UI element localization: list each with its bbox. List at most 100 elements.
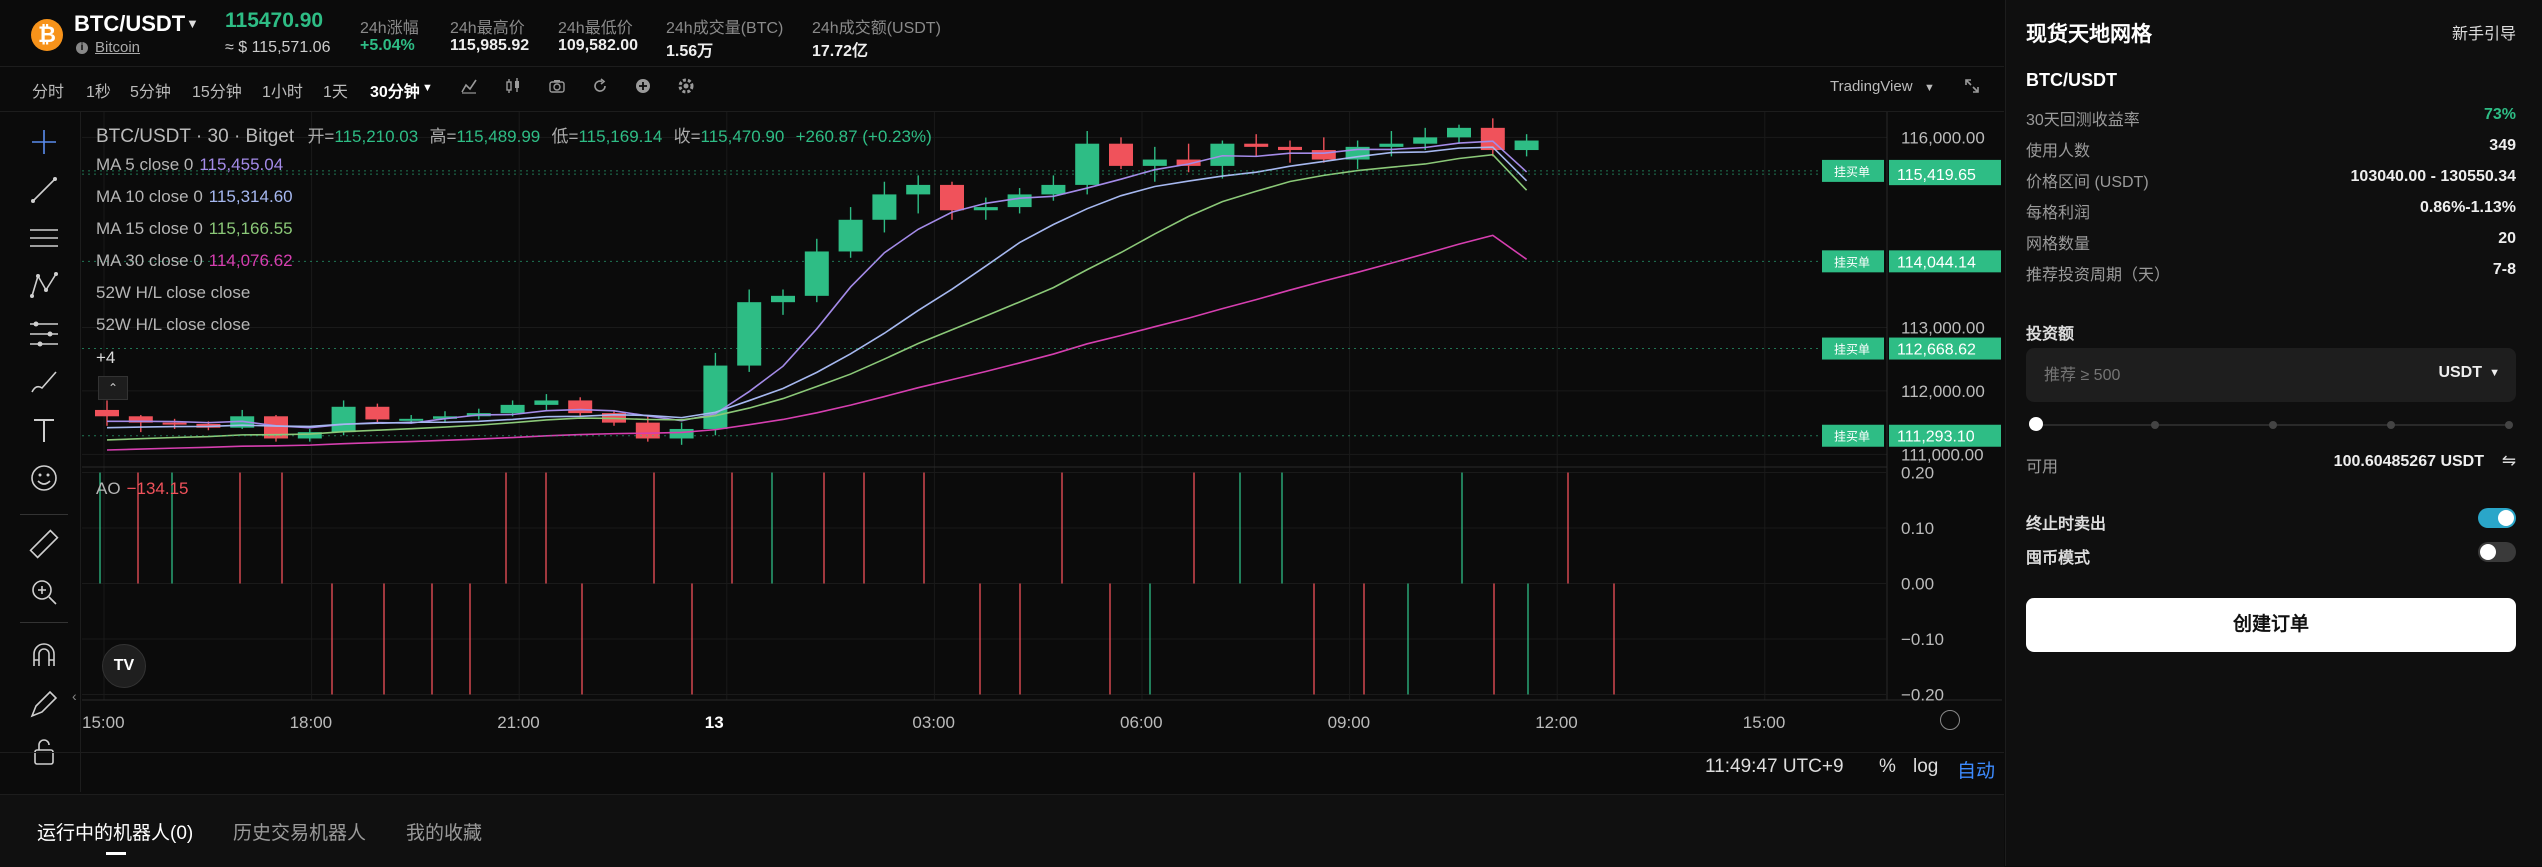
ao-legend[interactable]: AO −134.15 <box>96 479 189 499</box>
interval-tab[interactable]: 1天 <box>323 78 348 102</box>
candle-body <box>1514 140 1539 151</box>
investment-input[interactable] <box>2042 362 2366 390</box>
interval-tab[interactable]: 1小时 <box>262 78 303 102</box>
ma5-legend[interactable]: MA 5 close 0 115,455.04 <box>96 155 283 175</box>
candle-body <box>534 400 559 405</box>
more-indicators[interactable]: +4 <box>96 348 115 368</box>
bitcoin-logo-icon: ₿ <box>31 19 63 51</box>
ohlc-low-key: 低= <box>551 127 579 146</box>
auto-scale-toggle[interactable]: 自动 <box>1957 756 1995 783</box>
tab-history-bots[interactable]: 历史交易机器人 <box>233 818 366 845</box>
stat-label: 24h涨幅 <box>360 20 419 37</box>
x-tick-label: 06:00 <box>1120 713 1163 732</box>
candles-icon[interactable] <box>504 77 522 95</box>
gear-icon[interactable] <box>677 77 695 95</box>
slider-step-dot[interactable] <box>2387 421 2395 429</box>
interval-tab[interactable]: 15分钟 <box>192 78 242 102</box>
candle-body <box>804 251 829 296</box>
hl52-legend[interactable]: 52W H/L close close <box>96 283 250 303</box>
transfer-icon[interactable]: ⇋ <box>2502 451 2516 471</box>
ma15-legend[interactable]: MA 15 close 0 115,166.55 <box>96 219 293 239</box>
tradingview-logo-icon[interactable]: TV <box>102 644 146 688</box>
stat-label: 24h成交量(BTC) <box>666 20 784 37</box>
coin-hoard-toggle[interactable] <box>2478 542 2516 562</box>
emoji-icon[interactable] <box>26 460 62 496</box>
interval-tab-active[interactable]: 30分钟 <box>370 78 420 102</box>
indicator-value: 115,314.60 <box>208 187 293 206</box>
coin-name-link[interactable]: Bitcoin <box>95 39 140 56</box>
x-tick-label: 13 <box>705 713 724 732</box>
fib-icon[interactable] <box>26 316 62 352</box>
investment-field[interactable]: USDT ▼ <box>2026 348 2516 402</box>
zoom-in-icon[interactable] <box>26 574 62 610</box>
pencil-lock-icon[interactable] <box>26 686 62 722</box>
info-icon: i <box>76 42 88 54</box>
interval-tab[interactable]: 1秒 <box>86 78 111 102</box>
x-tick-label: 09:00 <box>1328 713 1371 732</box>
row-value: 20 <box>2498 230 2516 247</box>
pattern-icon[interactable] <box>26 268 62 304</box>
row-label: 网格数量 <box>2026 236 2091 253</box>
candle-body <box>1413 137 1438 144</box>
chevron-down-icon[interactable]: ▼ <box>1924 82 1935 94</box>
sell-on-stop-toggle[interactable] <box>2478 508 2516 528</box>
row-value: 73% <box>2483 106 2516 123</box>
currency-selector[interactable]: USDT <box>2438 364 2482 382</box>
row-label: 使用人数 <box>2026 143 2091 160</box>
chevron-down-icon[interactable]: ▼ <box>422 82 433 94</box>
magnet-icon[interactable] <box>26 638 62 674</box>
ruler-icon[interactable] <box>26 526 62 562</box>
camera-icon[interactable] <box>548 77 566 95</box>
amount-slider-handle[interactable] <box>2029 417 2043 431</box>
indicator-icon[interactable] <box>460 77 478 95</box>
hl52-legend[interactable]: 52W H/L close close <box>96 315 250 335</box>
x-tick-label: 12:00 <box>1535 713 1578 732</box>
text-tool-icon[interactable] <box>26 412 62 448</box>
slider-step-dot[interactable] <box>2505 421 2513 429</box>
guide-link[interactable]: 新手引导 <box>2452 20 2516 44</box>
x-tick-label: 15:00 <box>1743 713 1786 732</box>
ao-label: AO <box>96 479 121 498</box>
ohlc-change: +260.87 (+0.23%) <box>795 127 932 146</box>
price-axis-tag-label: 111,293.10 <box>1897 429 1975 446</box>
ma10-legend[interactable]: MA 10 close 0 115,314.60 <box>96 187 293 207</box>
x-tick-label: 21:00 <box>497 713 540 732</box>
ma30-legend[interactable]: MA 30 close 0 114,076.62 <box>96 251 293 271</box>
order-tag-label: 挂买单 <box>1834 343 1870 357</box>
chevron-down-icon[interactable]: ▼ <box>186 16 199 31</box>
slider-step-dot[interactable] <box>2151 421 2159 429</box>
slider-step-dot[interactable] <box>2269 421 2277 429</box>
settings-icon[interactable] <box>1940 710 1960 730</box>
create-order-button[interactable]: 创建订单 <box>2026 598 2516 652</box>
price-chart[interactable]: 15:00 18:00 21:00 13 03:00 06:00 09:00 12:00 15:… <box>82 112 2002 752</box>
collapse-toolbar-icon[interactable]: ‹ <box>72 688 77 704</box>
candle-body <box>95 409 119 417</box>
chevron-down-icon[interactable]: ▼ <box>2489 367 2500 379</box>
refresh-icon[interactable] <box>591 77 609 95</box>
collapse-legend-button[interactable]: ⌃ <box>98 376 128 400</box>
tab-running-bots[interactable]: 运行中的机器人(0) <box>37 818 193 845</box>
log-scale-toggle[interactable]: log <box>1913 756 1938 778</box>
ohlc-open: 115,210.03 <box>334 127 419 146</box>
fullscreen-icon[interactable] <box>1963 77 1981 95</box>
add-icon[interactable] <box>634 77 652 95</box>
brush-icon[interactable] <box>26 364 62 400</box>
order-tag-label: 挂买单 <box>1834 255 1870 269</box>
crosshair-icon[interactable] <box>26 124 62 160</box>
active-tab-indicator <box>106 852 126 855</box>
last-price: 115470.90 <box>225 9 324 32</box>
pair-title[interactable]: BTC/USDT <box>74 11 185 37</box>
horizontal-lines-icon[interactable] <box>26 220 62 256</box>
interval-tab[interactable]: 5分钟 <box>130 78 171 102</box>
tab-favorites[interactable]: 我的收藏 <box>406 818 482 845</box>
x-tick-label: 15:00 <box>82 713 125 732</box>
row-value: 0.86%-1.13% <box>2419 199 2516 216</box>
interval-tab[interactable]: 分时 <box>32 78 64 102</box>
indicator-value: 115,455.04 <box>199 155 284 174</box>
tradingview-selector[interactable]: TradingView <box>1830 78 1913 95</box>
candle-body <box>1244 143 1269 147</box>
trend-line-icon[interactable] <box>26 172 62 208</box>
y-tick-label: 113,000.00 <box>1901 319 1985 338</box>
percent-scale-toggle[interactable]: % <box>1879 756 1896 778</box>
ohlc-close-key: 收= <box>673 127 701 146</box>
